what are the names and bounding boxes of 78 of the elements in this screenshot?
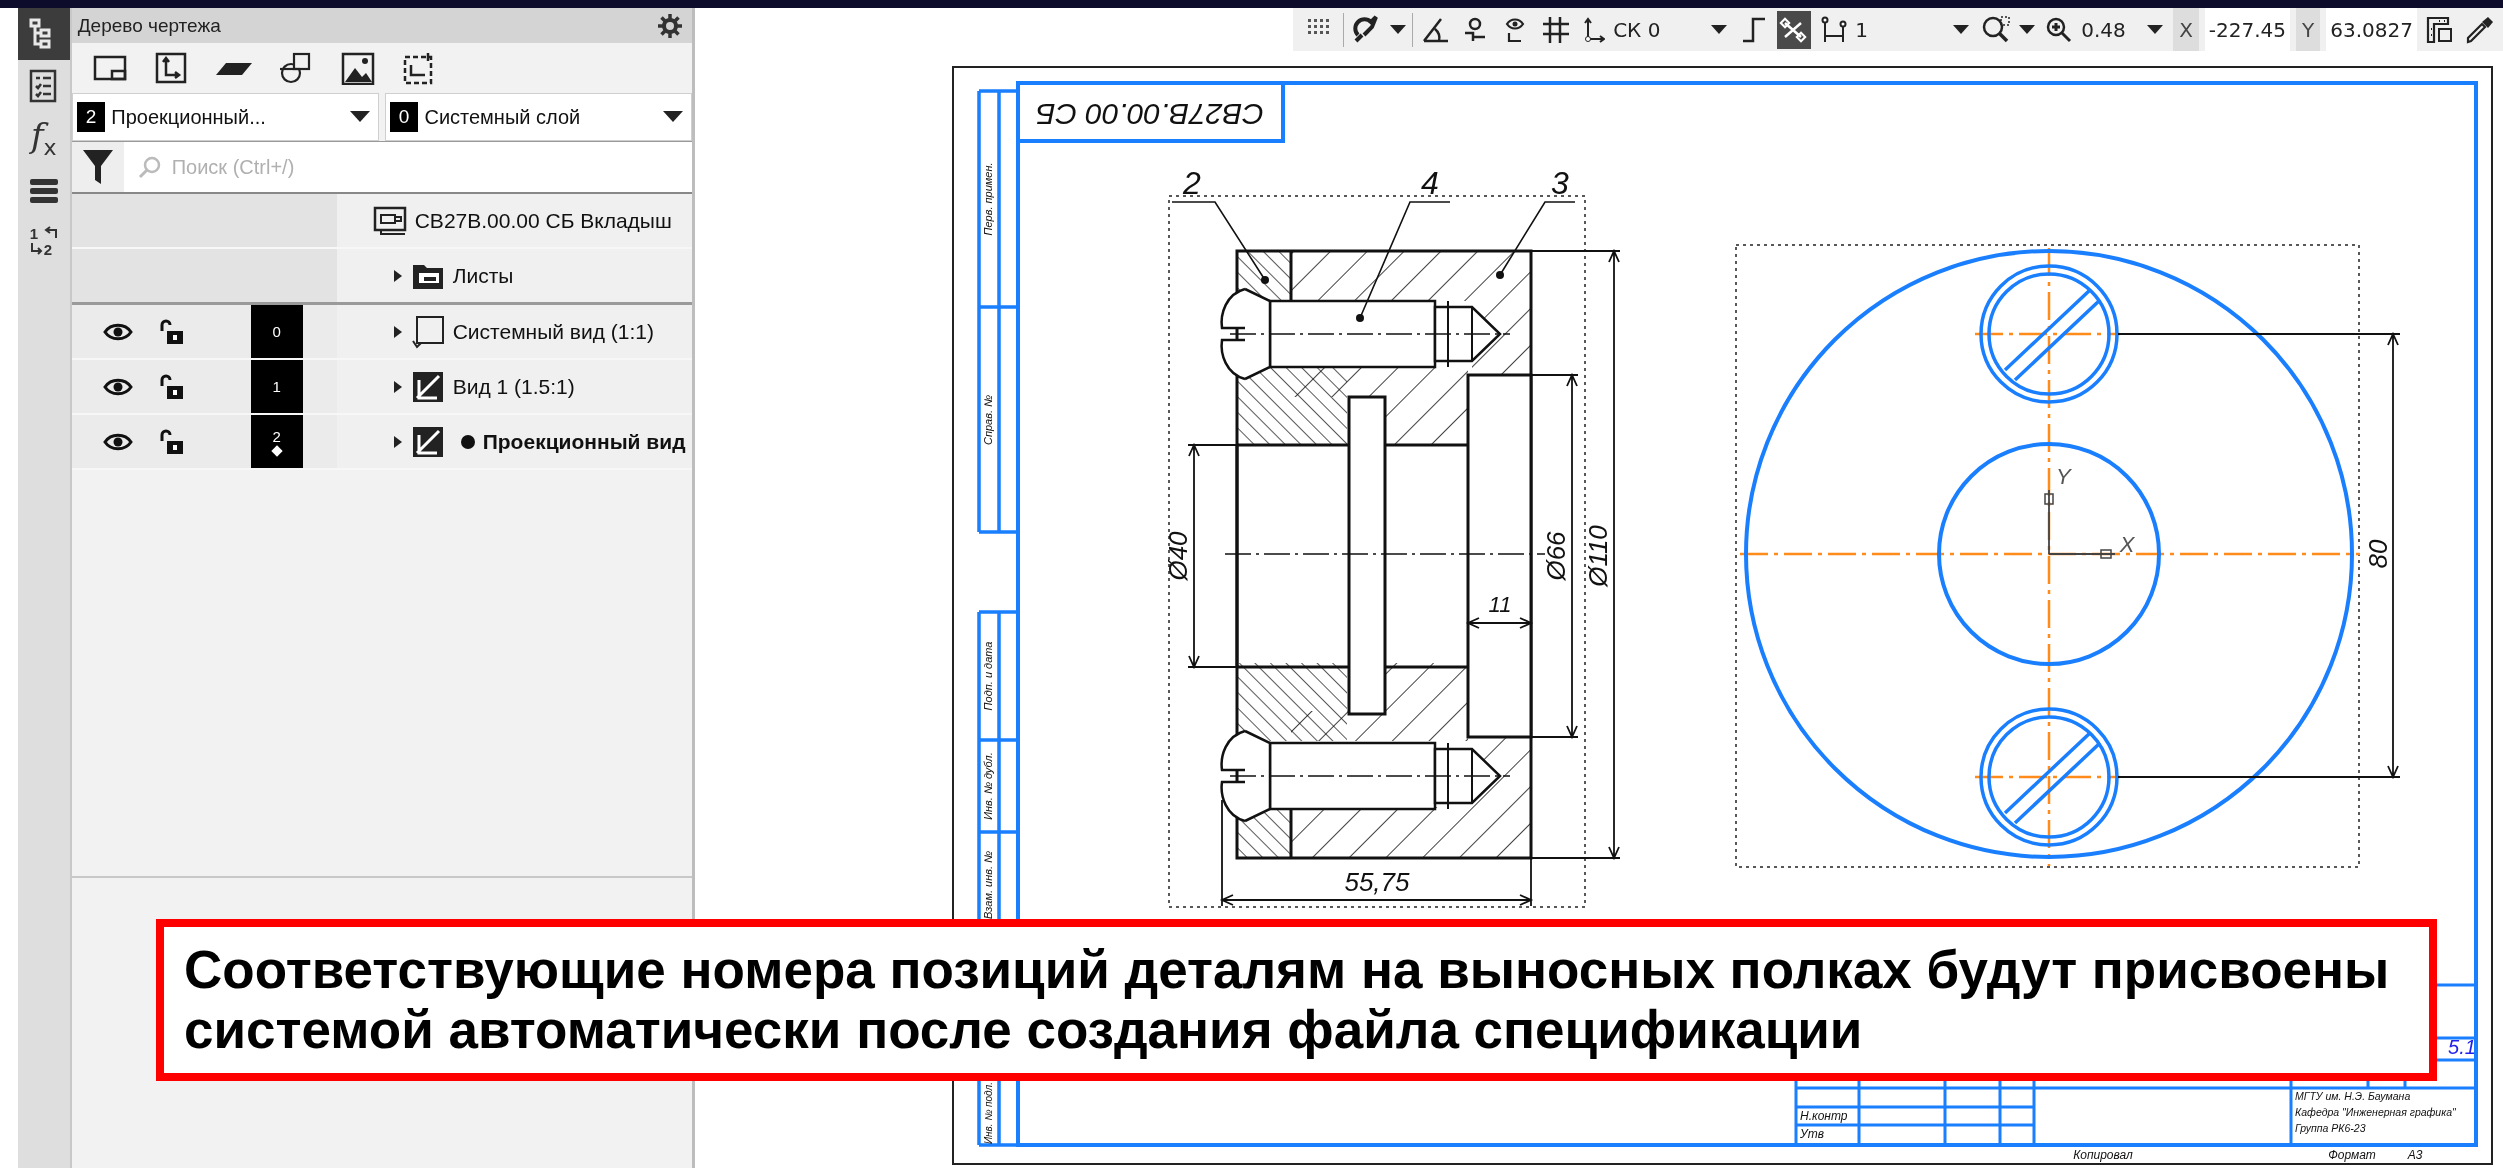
unlocked-lock-icon[interactable]: [158, 318, 185, 345]
caret-icon: [349, 111, 370, 123]
caret-icon: [1711, 24, 1728, 35]
stamp-label: Утв: [1800, 1127, 1824, 1142]
stamp-label: Н.контр: [1800, 1109, 1848, 1124]
coordinate-axes: [2044, 489, 2116, 559]
axes-icon: [1583, 16, 1606, 43]
expand-arrow-icon[interactable]: [392, 269, 403, 282]
step-size-icon: [1821, 15, 1848, 44]
sheet-number: 5.1: [2448, 1036, 2476, 1059]
position-number: 3: [1551, 165, 1569, 202]
zoom-icon[interactable]: [1981, 14, 2012, 45]
drawing-code: СВ27В.00.00 СБ: [1036, 98, 1264, 132]
stamp-label: Взам. инв. №: [981, 851, 994, 919]
arrow-icon: [29, 242, 44, 256]
stamp-label: Справ. №: [981, 395, 994, 445]
coordinate-label: Y: [2296, 8, 2321, 51]
dimension-text: 55,75: [1344, 866, 1410, 897]
formula-icon[interactable]: f$_{x}$: [31, 117, 57, 159]
coordinate-field[interactable]: -227.45: [2204, 8, 2291, 51]
tree-item[interactable]: Вид 1 (1.5:1): [452, 374, 575, 399]
renumber-icon[interactable]: 1 2: [29, 226, 58, 258]
layer-select[interactable]: 0 Системный слой: [384, 93, 692, 141]
document-icon: [372, 205, 407, 236]
view-frame-icon: [410, 314, 445, 349]
dimension-text: Ø40: [1162, 531, 1193, 581]
stamp-label: Инв. № подл.: [982, 1081, 994, 1145]
axis-label: X: [2119, 531, 2135, 557]
grid-icon[interactable]: [1541, 14, 1572, 45]
dimension-text: 80: [2362, 539, 2393, 569]
search-icon: [137, 155, 162, 179]
view-select[interactable]: 2 Проекционный...: [71, 93, 379, 141]
stamp-label: Инв. № дубл.: [981, 752, 994, 820]
caret-icon: [1390, 24, 1407, 35]
caret-icon: [663, 111, 683, 123]
caret-icon: [2019, 24, 2036, 35]
tree-item[interactable]: Системный вид (1:1): [452, 319, 654, 344]
stamp-label: Перв. примен.: [981, 162, 994, 236]
view-number: 1: [272, 378, 281, 395]
view-number: 0: [272, 323, 281, 340]
panel-title: Дерево чертежа: [77, 14, 221, 37]
filter-icon[interactable]: [82, 150, 113, 184]
stamp-label: Группа РК6-23: [2295, 1121, 2366, 1134]
view-icon: [410, 369, 445, 404]
coordinate-field[interactable]: 63.0827: [2326, 8, 2417, 51]
zoom-select[interactable]: 0.48: [2041, 10, 2168, 49]
stamp-label: МГТУ им. Н.Э. Баумана: [2295, 1089, 2411, 1102]
image-icon[interactable]: [339, 51, 376, 85]
expand-arrow-icon[interactable]: [392, 435, 403, 448]
view-icon: [410, 424, 445, 459]
stamp-label: Копировал: [2073, 1148, 2133, 1163]
unlocked-lock-icon[interactable]: [158, 428, 185, 455]
position-number: 4: [1421, 165, 1439, 202]
tree-item[interactable]: Листы: [452, 263, 514, 288]
callout-text: Соответствующие номера позиций деталям на выносных полках будут присвоены системой автоматически после создания файла спецификации: [184, 940, 2390, 1060]
dimension-text: 11: [1488, 591, 1512, 617]
caret-icon: [1953, 24, 1970, 35]
tree-item[interactable]: Проекционный вид: [482, 429, 686, 454]
stamp-label: Кафедра "Инженерная графика": [2295, 1105, 2456, 1118]
arrow-icon: [43, 226, 58, 240]
dimension-text: Ø110: [1582, 525, 1613, 587]
expand-arrow-icon[interactable]: [392, 380, 403, 393]
ruler-icon[interactable]: [2425, 14, 2455, 45]
step-select[interactable]: 1: [1817, 10, 1974, 49]
position-number: 2: [1183, 165, 1201, 202]
stamp-label: Подп. и дата: [981, 641, 994, 711]
view-number: 2: [272, 428, 281, 445]
coordinate-system-select[interactable]: СК 0: [1579, 10, 1732, 49]
stamp-label: Формат: [2328, 1148, 2376, 1163]
axis-label: Y: [2056, 463, 2071, 489]
unlocked-lock-icon[interactable]: [158, 373, 185, 400]
expand-arrow-icon[interactable]: [392, 325, 403, 338]
coordinate-label: X: [2173, 8, 2199, 51]
caret-icon: [2147, 24, 2164, 35]
stamp-label: А3: [2407, 1148, 2423, 1163]
settings-icon[interactable]: [658, 13, 682, 38]
zoom-in-icon: [2045, 15, 2074, 44]
dimension-text: Ø66: [1540, 531, 1571, 581]
